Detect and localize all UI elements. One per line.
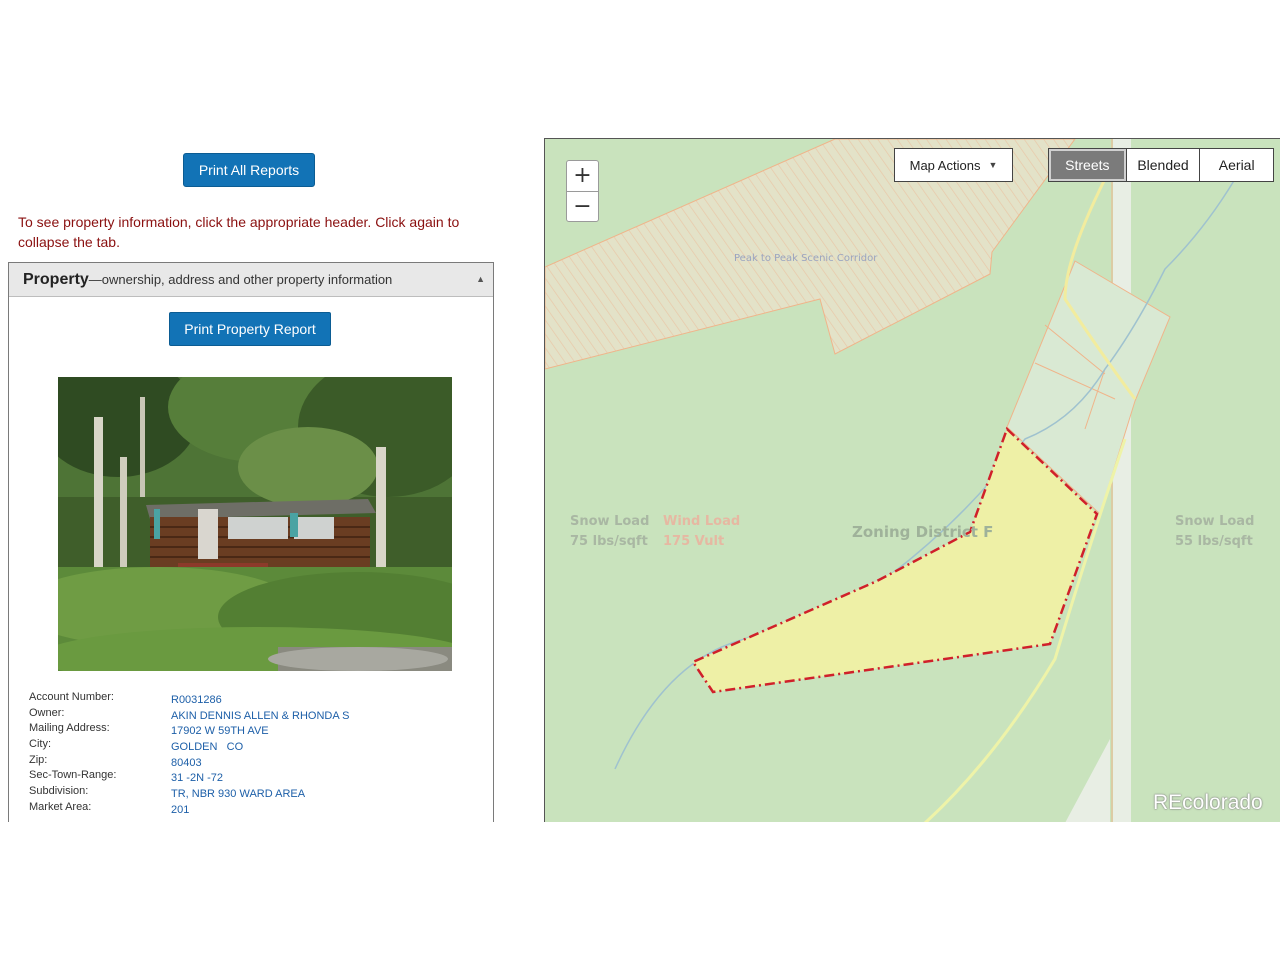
print-property-report-button[interactable]: Print Property Report [169,312,331,346]
map-canvas[interactable] [545,139,1280,822]
snow-load-right-line2: 55 lbs/sqft [1175,534,1253,549]
zoning-label: Zoning District F [852,523,994,541]
parcel-map[interactable]: Peak to Peak Scenic Corridor Snow Load 7… [544,138,1280,822]
info-label: Subdivision: [29,785,89,798]
info-row-subdivision: Subdivision: TR, NBR 930 WARD AREA [29,785,469,801]
info-value: 201 [171,803,190,816]
wind-load-label: Wind Load 175 Vult [663,512,740,552]
panel-title: Property [23,270,89,288]
snow-load-left-line2: 75 lbs/sqft [570,534,648,549]
print-all-reports-button[interactable]: Print All Reports [183,153,315,187]
info-label: Sec-Town-Range: [29,769,117,782]
info-value: TR, NBR 930 WARD AREA [171,788,306,801]
info-label: City: [29,738,51,751]
info-value: 31 -2N -72 [171,772,223,785]
snow-load-right-label: Snow Load 55 lbs/sqft [1175,512,1254,552]
property-panel: Property —ownership, address and other pr… [8,262,494,822]
property-info-list: Account Number: R0031286 Owner: AKIN DEN… [29,691,469,817]
map-actions-label: Map Actions [909,157,981,173]
layer-tab-streets[interactable]: Streets [1049,149,1126,181]
zoom-in-button[interactable]: + [567,161,598,192]
info-row-zip: Zip: 80403 [29,754,469,770]
basemap-layer-tabs: Streets Blended Aerial [1048,148,1274,182]
snow-load-left-line1: Snow Load [570,514,650,529]
zoom-control: + − [566,160,599,222]
info-row-mailing-address: Mailing Address: 17902 W 59TH AVE [29,722,469,738]
info-row-market-area: Market Area: 201 [29,801,469,817]
corridor-label: Peak to Peak Scenic Corridor [734,253,878,264]
info-value: GOLDEN CO [171,741,244,754]
map-actions-dropdown[interactable]: Map Actions ▼ [894,148,1013,182]
road-strip [1113,139,1131,822]
recolorado-watermark: REcolorado [1153,791,1263,814]
property-panel-header[interactable]: Property —ownership, address and other pr… [9,263,493,297]
info-value: AKIN DENNIS ALLEN & RHONDA S [171,709,350,722]
wind-load-line1: Wind Load [663,514,741,529]
instructions-text: To see property information, click the a… [18,214,460,250]
info-row-owner: Owner: AKIN DENNIS ALLEN & RHONDA S [29,707,469,723]
info-value: 17902 W 59TH AVE [171,725,269,738]
info-value: R0031286 [171,694,222,706]
info-row-account: Account Number: R0031286 [29,691,469,707]
info-label: Owner: [29,706,65,719]
info-row-city: City: GOLDEN CO [29,738,469,754]
snow-load-left-label: Snow Load 75 lbs/sqft [570,512,649,552]
property-photo [58,377,452,671]
subject-parcel[interactable] [691,426,1099,694]
info-label: Mailing Address: [29,722,110,735]
info-row-sec-town-range: Sec-Town-Range: 31 -2N -72 [29,769,469,785]
panel-subtitle: —ownership, address and other property i… [88,272,393,287]
layer-tab-blended[interactable]: Blended [1125,149,1200,181]
info-label: Market Area: [29,800,92,813]
wind-load-line2: 175 Vult [663,534,725,549]
info-value: 80403 [171,756,202,769]
zoom-out-button[interactable]: − [567,192,598,222]
collapse-arrow-icon[interactable]: ▲ [476,274,485,284]
caret-down-icon: ▼ [988,160,998,170]
info-label: Account Number: [29,691,114,703]
snow-load-right-line1: Snow Load [1175,514,1255,529]
info-label: Zip: [29,753,48,766]
layer-tab-aerial[interactable]: Aerial [1199,149,1273,181]
